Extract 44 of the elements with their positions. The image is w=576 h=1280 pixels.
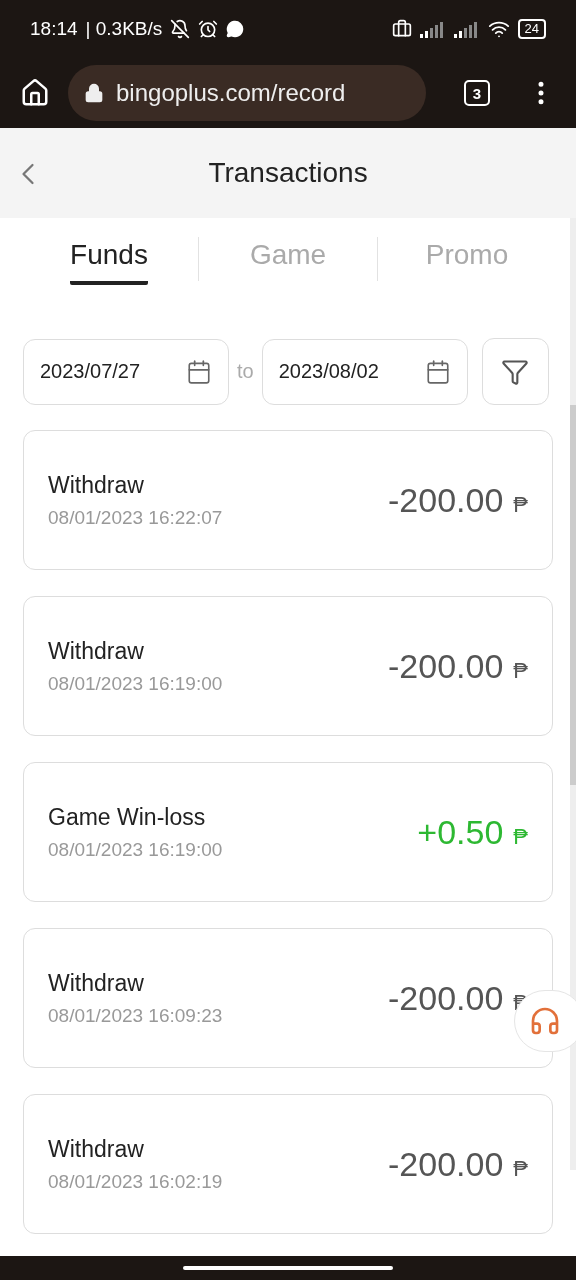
- calendar-icon: [424, 358, 451, 385]
- headset-icon: [529, 1005, 561, 1037]
- start-date-field[interactable]: 2023/07/27: [23, 338, 229, 405]
- transaction-time: 08/01/2023 16:19:00: [48, 672, 223, 695]
- end-date-field[interactable]: 2023/08/02: [261, 338, 468, 405]
- transaction-amount: -200.00: [388, 978, 504, 1018]
- calendar-icon: [186, 358, 212, 385]
- signal-icon: [453, 20, 480, 38]
- transaction-time: 08/01/2023 16:02:19: [48, 1170, 223, 1193]
- tab-count-button[interactable]: 3: [464, 80, 490, 106]
- transaction-type: Withdraw: [48, 471, 145, 499]
- transaction-amount: -200.00: [388, 646, 504, 686]
- transaction-type: Game Win-loss: [48, 803, 207, 831]
- transaction-amount: -200.00: [388, 1144, 504, 1184]
- transaction-time: 08/01/2023 16:22:07: [48, 506, 223, 529]
- currency-symbol: ₱: [513, 491, 528, 518]
- range-separator: to: [237, 360, 254, 383]
- transaction-type: Withdraw: [48, 969, 145, 997]
- tab[interactable]: Funds: [70, 233, 148, 285]
- currency-symbol: ₱: [513, 657, 528, 684]
- currency-symbol: ₱: [513, 823, 528, 850]
- status-time: 18:14: [30, 18, 78, 40]
- transaction-type: Withdraw: [48, 637, 145, 665]
- muted-bell-icon: [170, 19, 191, 39]
- support-button[interactable]: [514, 990, 576, 1052]
- url-text: bingoplus.com/record: [116, 79, 346, 107]
- transaction-amount: +0.50: [417, 812, 504, 852]
- briefcase-icon: [391, 19, 412, 39]
- lock-icon: [84, 83, 104, 103]
- transaction-amount: -200.00: [388, 480, 504, 520]
- currency-symbol: ₱: [513, 1155, 528, 1182]
- signal-icon: [419, 20, 446, 38]
- network-speed: | 0.3KB/s: [85, 18, 163, 40]
- messenger-icon: [226, 20, 245, 38]
- transaction-time: 08/01/2023 16:19:00: [48, 838, 223, 861]
- alarm-icon: [198, 19, 219, 39]
- transaction-time: 08/01/2023 16:09:23: [48, 1004, 223, 1027]
- address-bar[interactable]: bingoplus.com/record: [68, 65, 426, 121]
- battery-icon: 24: [517, 19, 546, 39]
- filter-icon: [501, 357, 530, 386]
- transaction-type: Withdraw: [48, 1135, 145, 1163]
- page-title: Transactions: [208, 157, 368, 189]
- filter-button[interactable]: [481, 338, 549, 405]
- home-icon[interactable]: [20, 78, 50, 108]
